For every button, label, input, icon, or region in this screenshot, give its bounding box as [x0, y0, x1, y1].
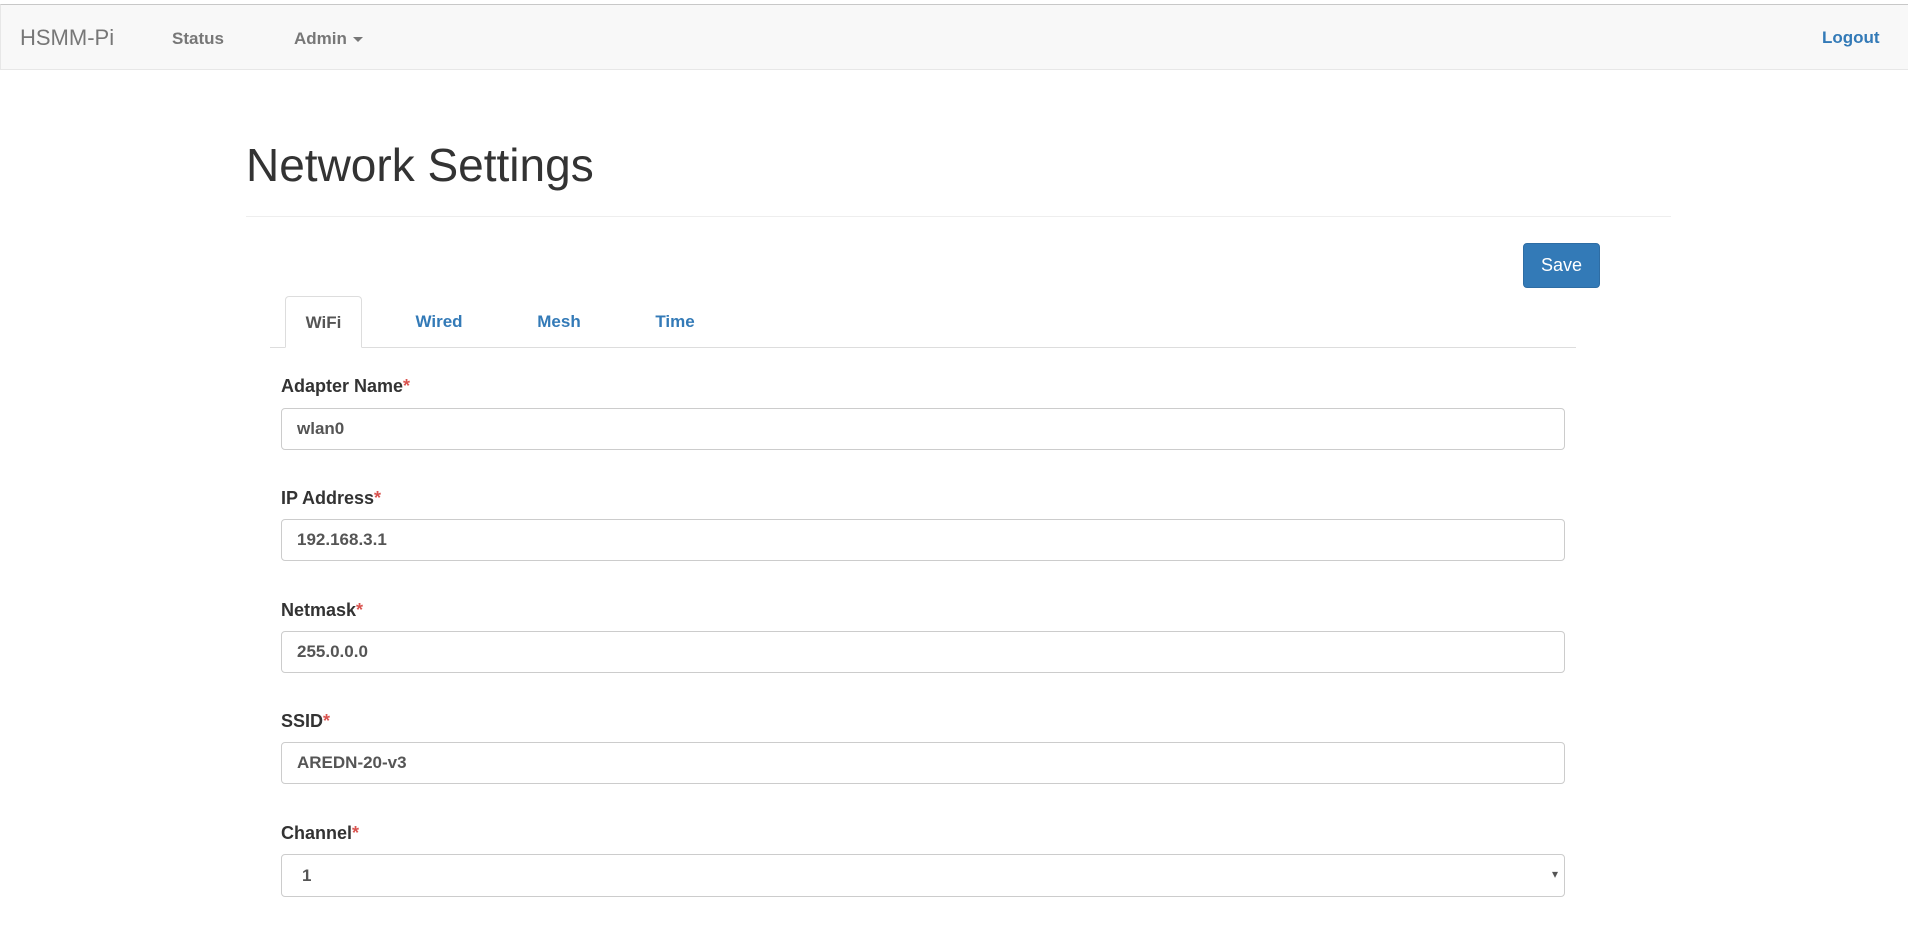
logout-link[interactable]: Logout — [1822, 28, 1880, 48]
caret-down-icon — [352, 37, 363, 43]
chevron-down-icon: ▾ — [1551, 867, 1558, 881]
nav-status-link[interactable]: Status — [172, 29, 224, 49]
nav-admin-dropdown[interactable]: Admin — [294, 29, 363, 49]
header-divider — [246, 216, 1671, 217]
required-marker: * — [403, 376, 411, 396]
tab-mesh[interactable]: Mesh — [522, 296, 596, 348]
adapter-name-input[interactable] — [281, 408, 1565, 450]
required-marker: * — [352, 823, 360, 843]
ssid-label-text: SSID — [281, 711, 324, 731]
channel-select[interactable]: 1 ▾ — [281, 854, 1565, 897]
required-marker: * — [356, 600, 364, 620]
netmask-label: Netmask* — [281, 600, 363, 621]
required-marker: * — [374, 488, 382, 508]
brand-link[interactable]: HSMM-Pi — [20, 25, 114, 51]
page-title: Network Settings — [246, 139, 594, 191]
channel-select-value: 1 — [302, 866, 312, 885]
top-navbar: HSMM-Pi Status Admin Logout — [0, 4, 1908, 70]
tab-time[interactable]: Time — [640, 296, 710, 348]
ip-address-label-text: IP Address — [281, 488, 375, 508]
adapter-name-label: Adapter Name* — [281, 376, 410, 397]
channel-label: Channel* — [281, 823, 359, 844]
required-marker: * — [323, 711, 331, 731]
ssid-label: SSID* — [281, 711, 330, 732]
save-button[interactable]: Save — [1523, 243, 1600, 288]
ssid-input[interactable] — [281, 742, 1565, 784]
ip-address-label: IP Address* — [281, 488, 381, 509]
adapter-name-label-text: Adapter Name — [281, 376, 404, 396]
channel-label-text: Channel — [281, 823, 353, 843]
tab-wifi[interactable]: WiFi — [285, 296, 362, 348]
netmask-label-text: Netmask — [281, 600, 357, 620]
netmask-input[interactable] — [281, 631, 1565, 673]
ip-address-input[interactable] — [281, 519, 1565, 561]
tab-wired[interactable]: Wired — [400, 296, 478, 348]
nav-admin-label: Admin — [294, 29, 347, 48]
